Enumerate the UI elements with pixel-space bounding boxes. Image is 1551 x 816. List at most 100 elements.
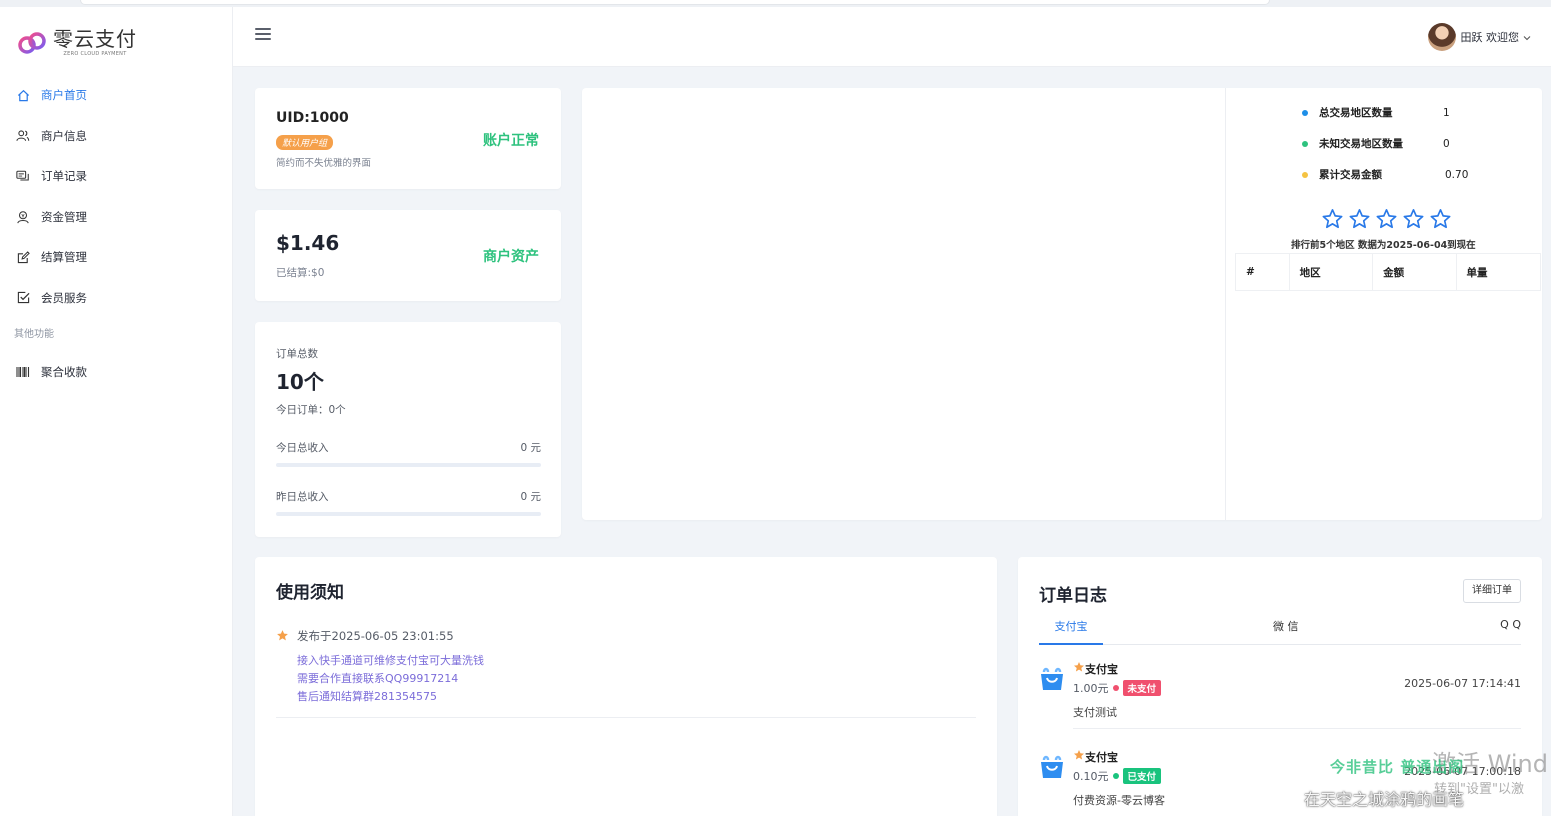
- shopping-bag-icon: [1041, 667, 1063, 690]
- payment-channel-tabs: 支付宝 微 信 Q Q: [1039, 615, 1521, 645]
- checkbox-icon: [15, 290, 31, 306]
- top-header: 田跃 欢迎您: [233, 7, 1551, 67]
- notice-content: 接入快手通道可维修支付宝可大量洗钱 需要合作直接联系QQ99917214 售后通…: [297, 652, 484, 706]
- stat-dot: [1302, 140, 1308, 147]
- sidebar-item-fund-management[interactable]: 资金管理: [0, 197, 232, 238]
- log-channel: 支付宝: [1073, 749, 1118, 765]
- sidebar-item-label: 聚合收款: [41, 365, 87, 380]
- sidebar-item-merchant-home[interactable]: 商户首页: [0, 75, 232, 116]
- brand-subtitle: ZERO CLOUD PAYMENT: [63, 51, 127, 57]
- browser-address-bar[interactable]: [80, 0, 1270, 5]
- home-icon: [15, 87, 31, 103]
- rating-stars: [1321, 208, 1456, 230]
- log-amount: 0.10元: [1073, 770, 1109, 783]
- stat-label: 未知交易地区数量: [1319, 138, 1403, 150]
- star-outline-icon: [1403, 209, 1424, 229]
- video-subtitle-caption: 在天空之城涂鸦的画笔: [1304, 790, 1465, 809]
- account-status-card: UID:1000 默认用户组 简约而不失优雅的界面 账户正常: [255, 88, 561, 189]
- yesterday-income-bar: [276, 512, 541, 516]
- sidebar-item-label: 商户首页: [41, 88, 87, 103]
- stat-label: 总交易地区数量: [1319, 107, 1393, 119]
- log-amount: 1.00元: [1073, 682, 1109, 695]
- region-map-area[interactable]: [582, 88, 1225, 520]
- sidebar: 零云支付 ZERO CLOUD PAYMENT 商户首页 商户信息 订单记录 资…: [0, 7, 233, 816]
- sidebar-item-label: 订单记录: [41, 169, 87, 184]
- today-orders: 今日订单：0个: [276, 404, 346, 416]
- account-status-label: 账户正常: [483, 133, 539, 149]
- user-menu[interactable]: 田跃 欢迎您: [1427, 23, 1532, 51]
- chevron-down-icon: [1523, 31, 1531, 44]
- region-stats-panel: 总交易地区数量 1 未知交易地区数量 0 累计交易金额 0.70 排行前5个地区…: [1225, 88, 1542, 520]
- log-divider: [1073, 728, 1521, 729]
- user-money-icon: [15, 209, 31, 225]
- log-amount-row: 1.00元 未支付: [1073, 680, 1162, 696]
- notice-line: 接入快手通道可维修支付宝可大量洗钱: [297, 654, 484, 667]
- log-desc: 付费资源-零云博客: [1073, 794, 1165, 807]
- users-icon: [15, 128, 31, 144]
- notice-date: 发布于2025-06-05 23:01:55: [297, 629, 454, 643]
- barcode-icon: [15, 364, 31, 380]
- star-filled-icon: [276, 629, 289, 645]
- video-green-caption: 今非昔比 普通出阁: [1330, 758, 1465, 776]
- sidebar-item-label: 商户信息: [41, 128, 87, 143]
- status-badge: 未支付: [1122, 680, 1162, 696]
- sidebar-item-label: 资金管理: [41, 209, 87, 224]
- log-channel-label: 支付宝: [1085, 751, 1118, 764]
- today-income-row: 今日总收入 0 元: [276, 440, 541, 467]
- sidebar-item-merchant-info[interactable]: 商户信息: [0, 116, 232, 157]
- rank-caption: 排行前5个地区 数据为2025-06-04到现在: [1291, 240, 1476, 251]
- star-outline-icon: [1376, 209, 1397, 229]
- table-header-index: #: [1236, 254, 1290, 290]
- notice-line: 售后通知结算群281354575: [297, 690, 437, 703]
- detail-orders-button[interactable]: 详细订单: [1463, 579, 1521, 603]
- table-header-amount: 金额: [1373, 254, 1457, 290]
- avatar: [1427, 23, 1456, 51]
- merchant-asset-card: $1.46 已结算:$0 商户资产: [255, 210, 561, 301]
- sidebar-item-label: 结算管理: [41, 250, 87, 265]
- status-dot: [1112, 685, 1119, 691]
- stat-dot: [1302, 171, 1308, 178]
- tab-alipay[interactable]: 支付宝: [1039, 618, 1103, 645]
- sidebar-item-aggregate-payment[interactable]: 聚合收款: [0, 352, 232, 393]
- stat-value: 1: [1443, 106, 1450, 119]
- yesterday-income-row: 昨日总收入 0 元: [276, 489, 541, 516]
- today-income-bar: [276, 463, 541, 467]
- notice-line: 需要合作直接联系QQ99917214: [297, 672, 459, 685]
- menu-toggle-icon[interactable]: [255, 28, 271, 42]
- star-filled-icon: [1073, 662, 1085, 676]
- order-log-title: 订单日志: [1039, 586, 1107, 606]
- stat-total-amount: 累计交易金额 0.70: [1302, 167, 1468, 182]
- status-dot: [1112, 773, 1119, 779]
- orders-summary-card: 订单总数 10个 今日订单：0个 今日总收入 0 元 昨日总收入 0 元: [255, 322, 561, 537]
- notice-divider: [276, 717, 976, 718]
- brand-logo[interactable]: 零云支付 ZERO CLOUD PAYMENT: [16, 23, 137, 63]
- star-outline-icon: [1349, 209, 1370, 229]
- orders-total-value: 10个: [276, 370, 324, 394]
- sidebar-item-order-records[interactable]: 订单记录: [0, 156, 232, 197]
- log-channel: 支付宝: [1073, 661, 1118, 677]
- star-outline-icon: [1322, 209, 1343, 229]
- sidebar-item-settlement-management[interactable]: 结算管理: [0, 237, 232, 278]
- region-map-card: 总交易地区数量 1 未知交易地区数量 0 累计交易金额 0.70 排行前5个地区…: [582, 88, 1542, 520]
- sidebar-nav: 商户首页 商户信息 订单记录 资金管理 结算管理 会员服务 其他功能 聚合收款: [0, 75, 232, 393]
- sidebar-item-member-service[interactable]: 会员服务: [0, 278, 232, 319]
- star-outline-icon: [1430, 209, 1451, 229]
- log-time: 2025-06-07 17:14:41: [1404, 677, 1521, 690]
- orders-total-label: 订单总数: [276, 348, 318, 360]
- user-greeting: 田跃 欢迎您: [1460, 31, 1520, 44]
- sidebar-section-label: 其他功能: [14, 329, 54, 340]
- tab-wechat[interactable]: 微 信: [1273, 618, 1299, 645]
- log-amount-row: 0.10元 已支付: [1073, 768, 1162, 784]
- tab-qq[interactable]: Q Q: [1500, 618, 1521, 645]
- status-badge: 已支付: [1122, 768, 1162, 784]
- uid-text: UID:1000: [276, 110, 349, 126]
- stat-dot: [1302, 109, 1308, 116]
- slogan-text: 简约而不失优雅的界面: [276, 158, 372, 169]
- list-item[interactable]: 支付宝 1.00元 未支付 2025-06-07 17:14:41 支付测试: [1039, 661, 1521, 731]
- chat-list-icon: [15, 168, 31, 184]
- edit-icon: [15, 249, 31, 265]
- log-channel-label: 支付宝: [1085, 663, 1118, 676]
- browser-top-strip: [0, 0, 1551, 7]
- asset-label: 商户资产: [483, 249, 539, 265]
- today-income-label: 今日总收入: [276, 442, 329, 454]
